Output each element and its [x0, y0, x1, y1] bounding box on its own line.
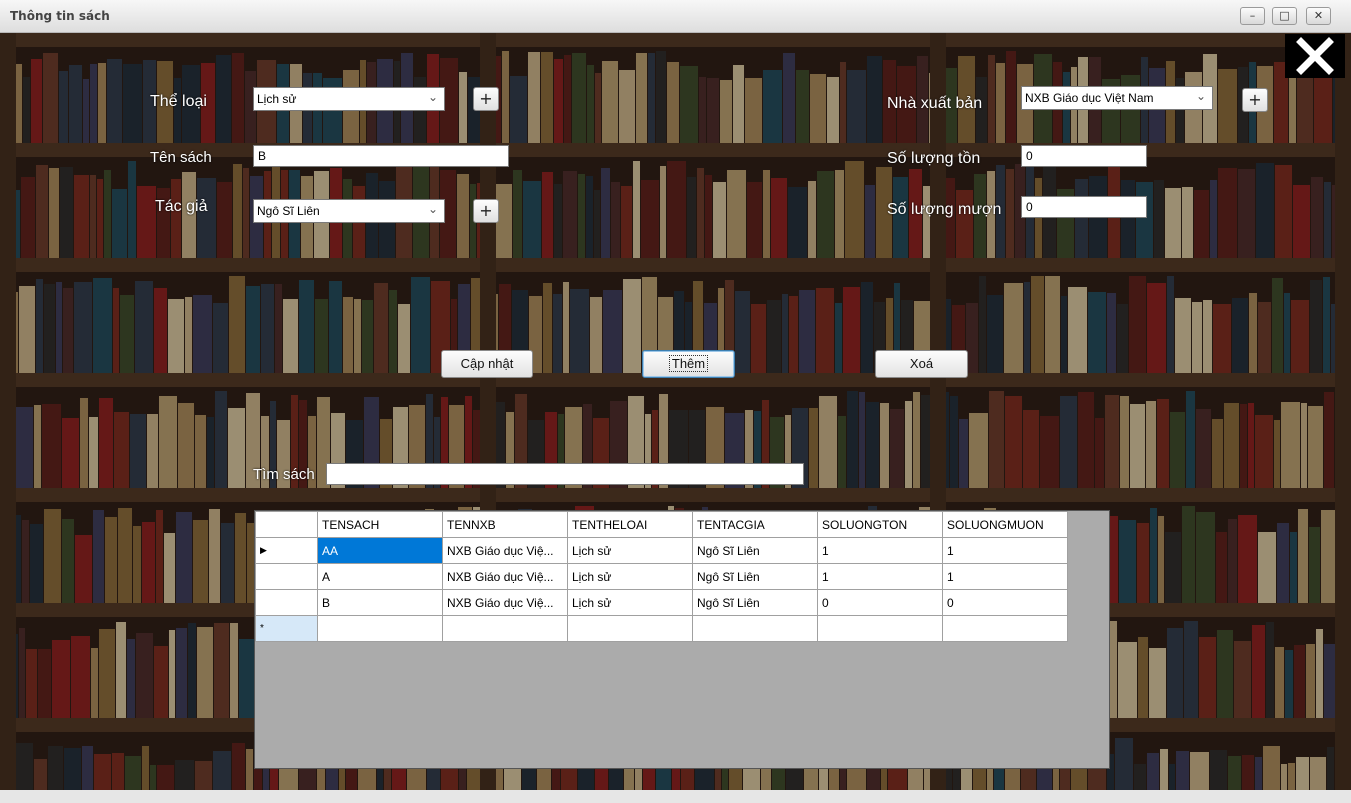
table-cell[interactable]: [817, 615, 943, 642]
theloai-label: Thể loại: [150, 93, 207, 110]
nxb-combobox[interactable]: NXB Giáo dục Việt Nam ⌄: [1021, 86, 1213, 110]
window-title: Thông tin sách: [10, 9, 110, 23]
new-row[interactable]: *: [255, 615, 1068, 642]
column-header-tentheloai[interactable]: TENTHELOAI: [567, 511, 693, 538]
search-input[interactable]: [326, 463, 804, 485]
table-cell[interactable]: 1: [817, 563, 943, 590]
soluongton-input[interactable]: 0: [1021, 145, 1147, 167]
table-cell[interactable]: Ngô Sĩ Liên: [692, 537, 818, 564]
nxb-label: Nhà xuất bản: [887, 95, 983, 112]
chevron-down-icon: ⌄: [427, 202, 438, 216]
books-table: TENSACH TENNXB TENTHELOAI TENTACGIA SOLU…: [255, 511, 1068, 642]
table-cell[interactable]: 0: [817, 589, 943, 616]
maximize-button[interactable]: □: [1272, 7, 1297, 25]
table-cell[interactable]: AA: [317, 537, 443, 564]
column-header-soluongton[interactable]: SOLUONGTON: [817, 511, 943, 538]
add-button[interactable]: Thêm: [642, 350, 735, 378]
books-datagrid[interactable]: TENSACH TENNXB TENTHELOAI TENTACGIA SOLU…: [254, 510, 1110, 769]
tensach-label: Tên sách: [150, 149, 212, 166]
add-button-label: Thêm: [668, 355, 709, 372]
table-cell[interactable]: NXB Giáo dục Việ...: [442, 537, 568, 564]
table-cell[interactable]: Ngô Sĩ Liên: [692, 563, 818, 590]
column-header-soluongmuon[interactable]: SOLUONGMUON: [942, 511, 1068, 538]
chevron-down-icon: ⌄: [1195, 89, 1206, 103]
table-row[interactable]: A NXB Giáo dục Việ... Lịch sử Ngô Sĩ Liê…: [255, 563, 1068, 590]
add-theloai-button[interactable]: +: [473, 87, 499, 111]
table-cell[interactable]: Lịch sử: [567, 537, 693, 564]
table-cell[interactable]: 1: [942, 537, 1068, 564]
column-header-tensach[interactable]: TENSACH: [317, 511, 443, 538]
add-nxb-button[interactable]: +: [1242, 88, 1268, 112]
soluongmuon-label: Số lượng mượn: [887, 201, 1002, 218]
close-form-button[interactable]: [1285, 34, 1345, 78]
current-row-marker-icon[interactable]: ▶: [255, 537, 318, 564]
add-tacgia-button[interactable]: +: [473, 199, 499, 223]
table-cell[interactable]: 1: [817, 537, 943, 564]
table-cell[interactable]: 0: [942, 589, 1068, 616]
table-cell[interactable]: Lịch sử: [567, 589, 693, 616]
minimize-button[interactable]: –: [1240, 7, 1265, 25]
new-row-marker-icon[interactable]: *: [255, 615, 318, 642]
nxb-value: NXB Giáo dục Việt Nam: [1025, 91, 1154, 105]
row-header[interactable]: [255, 563, 318, 590]
table-cell[interactable]: NXB Giáo dục Việ...: [442, 563, 568, 590]
delete-button[interactable]: Xoá: [875, 350, 968, 378]
table-cell[interactable]: NXB Giáo dục Việ...: [442, 589, 568, 616]
table-cell[interactable]: [442, 615, 568, 642]
table-cell[interactable]: [942, 615, 1068, 642]
header-row: TENSACH TENNXB TENTHELOAI TENTACGIA SOLU…: [255, 511, 1068, 538]
table-row[interactable]: ▶ AA NXB Giáo dục Việ... Lịch sử Ngô Sĩ …: [255, 537, 1068, 564]
table-cell[interactable]: 1: [942, 563, 1068, 590]
close-x-icon: [1296, 37, 1334, 75]
soluongton-label: Số lượng tồn: [887, 150, 981, 167]
theloai-combobox[interactable]: Lịch sử ⌄: [253, 87, 445, 111]
table-cell[interactable]: [567, 615, 693, 642]
row-header-corner: [255, 511, 318, 538]
search-label: Tìm sách: [253, 466, 315, 483]
status-bar: [0, 790, 1351, 803]
tacgia-label: Tác giả: [155, 198, 208, 215]
column-header-tentacgia[interactable]: TENTACGIA: [692, 511, 818, 538]
table-cell[interactable]: [317, 615, 443, 642]
tacgia-value: Ngô Sĩ Liên: [257, 204, 320, 218]
tacgia-combobox[interactable]: Ngô Sĩ Liên ⌄: [253, 199, 445, 223]
close-window-button[interactable]: ✕: [1306, 7, 1331, 25]
table-cell[interactable]: B: [317, 589, 443, 616]
table-row[interactable]: B NXB Giáo dục Việ... Lịch sử Ngô Sĩ Liê…: [255, 589, 1068, 616]
soluongmuon-input[interactable]: 0: [1021, 196, 1147, 218]
row-header[interactable]: [255, 589, 318, 616]
window-titlebar: Thông tin sách – □ ✕: [0, 0, 1351, 33]
chevron-down-icon: ⌄: [427, 90, 438, 104]
column-header-tennxb[interactable]: TENNXB: [442, 511, 568, 538]
table-cell[interactable]: Lịch sử: [567, 563, 693, 590]
update-button[interactable]: Cập nhật: [441, 350, 533, 378]
theloai-value: Lịch sử: [257, 92, 297, 106]
table-cell[interactable]: [692, 615, 818, 642]
tensach-input[interactable]: B: [253, 145, 509, 167]
table-cell[interactable]: Ngô Sĩ Liên: [692, 589, 818, 616]
table-cell[interactable]: A: [317, 563, 443, 590]
